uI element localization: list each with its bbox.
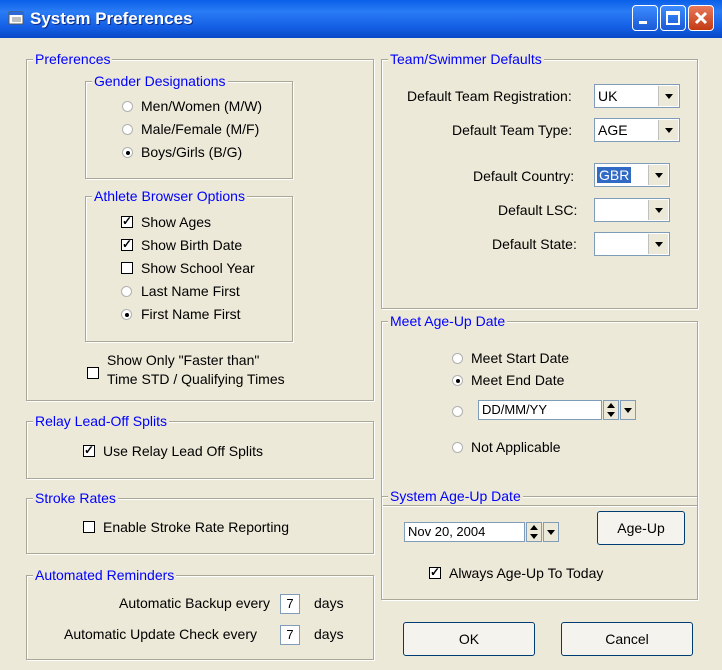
gender-label-male-female: Male/Female (M/F) <box>141 121 260 137</box>
state-label: Default State: <box>492 236 577 252</box>
relay-legend: Relay Lead-Off Splits <box>33 413 170 429</box>
team-type-value: AGE <box>598 122 628 138</box>
stroke-rates-group: Stroke Rates Enable Stroke Rate Reportin… <box>26 490 374 554</box>
show-ages-checkbox[interactable] <box>121 214 133 228</box>
chevron-down-icon[interactable] <box>648 234 668 254</box>
chevron-down-icon[interactable] <box>658 120 678 140</box>
team-defaults-group: Team/Swimmer Defaults Default Team Regis… <box>381 51 698 309</box>
meet-end-date-label: Meet End Date <box>471 372 565 388</box>
not-applicable-radio[interactable] <box>452 442 463 453</box>
meet-end-date-radio[interactable] <box>452 375 463 386</box>
not-applicable-label: Not Applicable <box>471 439 561 455</box>
use-relay-lead-off-label: Use Relay Lead Off Splits <box>103 443 264 459</box>
spin-up-icon <box>530 525 538 530</box>
gender-label-men-women: Men/Women (M/W) <box>141 98 263 114</box>
show-school-year-checkbox[interactable] <box>121 262 133 274</box>
show-birth-date-label: Show Birth Date <box>141 237 243 253</box>
team-type-select[interactable]: AGE <box>594 118 680 142</box>
team-type-label: Default Team Type: <box>452 122 573 138</box>
preferences-legend: Preferences <box>33 51 113 67</box>
spin-up-icon <box>607 403 615 408</box>
system-ageup-dropdown[interactable] <box>543 522 559 542</box>
maximize-button[interactable] <box>660 5 686 31</box>
team-registration-value: UK <box>598 88 618 104</box>
close-icon <box>694 11 708 25</box>
faster-than-label-line1: Show Only "Faster than" <box>107 352 260 368</box>
backup-label: Automatic Backup every <box>119 595 270 611</box>
gender-legend: Gender Designations <box>92 73 228 89</box>
minimize-button[interactable] <box>632 5 658 31</box>
system-ageup-legend: System Age-Up Date <box>388 488 523 504</box>
athlete-browser-legend: Athlete Browser Options <box>92 188 247 204</box>
first-name-first-label: First Name First <box>141 306 241 322</box>
always-ageup-checkbox[interactable] <box>429 565 441 579</box>
meet-start-date-label: Meet Start Date <box>471 350 570 366</box>
close-button[interactable] <box>688 5 714 31</box>
window-title: System Preferences <box>30 9 193 28</box>
always-ageup-label: Always Age-Up To Today <box>449 565 604 581</box>
update-check-label: Automatic Update Check every <box>64 626 257 642</box>
custom-date-input[interactable]: DD/MM/YY <box>478 400 602 420</box>
spin-down-icon <box>530 534 538 539</box>
use-relay-lead-off-checkbox[interactable] <box>83 443 95 457</box>
age-up-button[interactable]: Age-Up <box>597 511 685 545</box>
team-registration-label: Default Team Registration: <box>407 88 572 104</box>
last-name-first-label: Last Name First <box>141 283 240 299</box>
country-select[interactable]: GBR <box>594 163 670 187</box>
meet-start-date-radio[interactable] <box>452 353 463 364</box>
preferences-group: Preferences Gender Designations Men/Wome… <box>26 51 374 401</box>
meet-ageup-group: Meet Age-Up Date Meet Start Date Meet En… <box>381 313 698 506</box>
system-ageup-spinner[interactable] <box>526 522 542 542</box>
gender-radio-men-women[interactable] <box>122 101 133 112</box>
first-name-first-radio[interactable] <box>121 309 132 320</box>
custom-date-spinner[interactable] <box>603 400 619 420</box>
meet-ageup-legend: Meet Age-Up Date <box>388 313 508 329</box>
show-ages-label: Show Ages <box>141 214 212 230</box>
enable-stroke-rate-label: Enable Stroke Rate Reporting <box>103 519 289 535</box>
title-bar[interactable]: System Preferences <box>0 0 722 38</box>
reminders-group: Automated Reminders Automatic Backup eve… <box>26 567 374 660</box>
show-school-year-label: Show School Year <box>141 260 255 276</box>
system-ageup-date-input[interactable]: Nov 20, 2004 <box>404 522 525 542</box>
country-label: Default Country: <box>473 168 575 184</box>
reminders-legend: Automated Reminders <box>33 567 177 583</box>
gender-group: Gender Designations Men/Women (M/W) Male… <box>85 73 293 179</box>
update-days-input[interactable]: 7 <box>280 625 300 645</box>
gender-radio-boys-girls[interactable] <box>122 147 133 158</box>
backup-days-input[interactable]: 7 <box>280 594 300 614</box>
dialog-body: Preferences Gender Designations Men/Wome… <box>4 38 718 666</box>
system-preferences-window: System Preferences Preferences Gender De… <box>0 0 722 670</box>
enable-stroke-rate-checkbox[interactable] <box>83 521 95 533</box>
window-icon <box>8 11 24 25</box>
minimize-icon <box>639 21 647 24</box>
stroke-rates-legend: Stroke Rates <box>33 490 118 506</box>
team-defaults-legend: Team/Swimmer Defaults <box>388 51 544 67</box>
backup-days-unit: days <box>314 595 344 611</box>
country-value: GBR <box>597 167 632 183</box>
spin-down-icon <box>607 412 615 417</box>
relay-group: Relay Lead-Off Splits Use Relay Lead Off… <box>26 413 374 479</box>
chevron-down-icon[interactable] <box>658 86 678 106</box>
cancel-button[interactable]: Cancel <box>561 622 693 656</box>
lsc-select[interactable] <box>594 198 670 222</box>
team-registration-select[interactable]: UK <box>594 84 680 108</box>
gender-radio-male-female[interactable] <box>122 124 133 135</box>
update-days-unit: days <box>314 626 344 642</box>
state-select[interactable] <box>594 232 670 256</box>
athlete-browser-group: Athlete Browser Options Show Ages Show B… <box>85 188 293 342</box>
chevron-down-icon[interactable] <box>648 165 668 185</box>
show-birth-date-checkbox[interactable] <box>121 237 133 251</box>
lsc-label: Default LSC: <box>498 202 578 218</box>
faster-than-checkbox[interactable] <box>87 367 99 379</box>
faster-than-label-line2: Time STD / Qualifying Times <box>107 371 285 387</box>
ok-button[interactable]: OK <box>403 622 535 656</box>
chevron-down-icon[interactable] <box>648 200 668 220</box>
gender-label-boys-girls: Boys/Girls (B/G) <box>141 144 243 160</box>
last-name-first-radio[interactable] <box>121 286 132 297</box>
system-ageup-group: System Age-Up Date Nov 20, 2004 Age-Up A… <box>381 488 698 600</box>
maximize-icon <box>666 11 680 25</box>
custom-date-radio[interactable] <box>452 406 463 417</box>
custom-date-dropdown[interactable] <box>620 400 636 420</box>
